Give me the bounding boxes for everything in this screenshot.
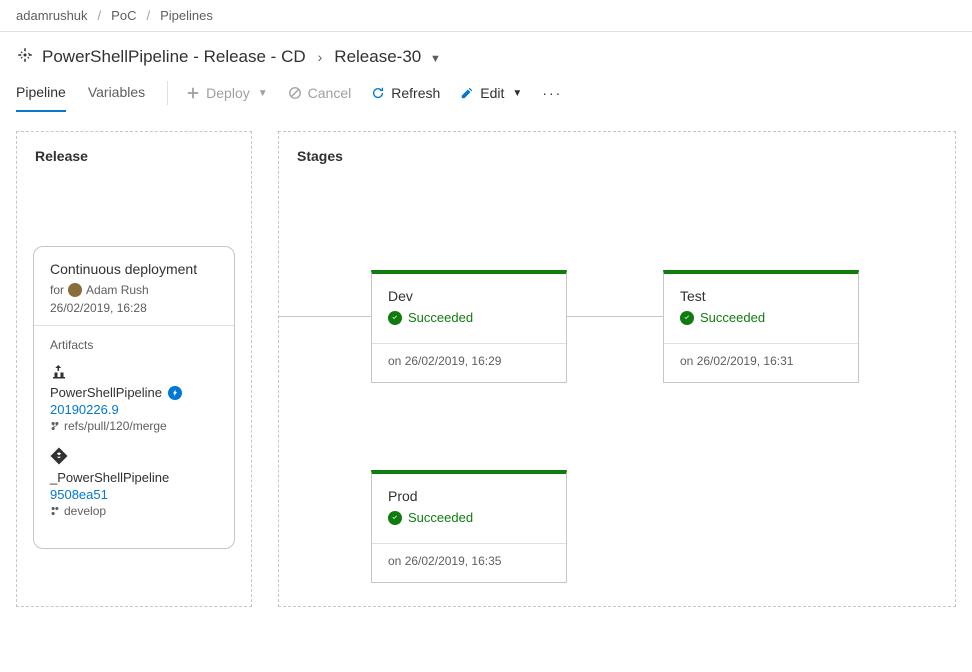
breadcrumb-org[interactable]: adamrushuk	[16, 8, 88, 23]
trigger-badge-icon	[168, 386, 182, 400]
stages-panel-title: Stages	[279, 132, 955, 176]
deploy-button[interactable]: Deploy ▼	[176, 79, 278, 107]
refresh-label: Refresh	[391, 85, 440, 101]
chevron-right-icon: ›	[318, 49, 323, 65]
tab-pipeline[interactable]: Pipeline	[16, 74, 66, 112]
breadcrumb: adamrushuk / PoC / Pipelines	[0, 0, 972, 31]
stage-name: Test	[680, 288, 842, 304]
breadcrumb-section[interactable]: Pipelines	[160, 8, 213, 23]
artifact-name: PowerShellPipeline	[50, 385, 162, 400]
edit-button[interactable]: Edit ▼	[450, 79, 532, 107]
artifact-branch: refs/pull/120/merge	[64, 419, 167, 433]
cancel-button[interactable]: Cancel	[278, 79, 362, 107]
release-panel: Release Continuous deployment for Adam R…	[16, 131, 252, 607]
chevron-down-icon: ▼	[512, 88, 522, 99]
stage-status-label: Succeeded	[408, 510, 473, 525]
refresh-button[interactable]: Refresh	[361, 79, 450, 107]
repo-artifact-icon	[50, 452, 68, 468]
connector	[279, 316, 371, 317]
artifacts-label: Artifacts	[50, 338, 218, 352]
on-prefix: on	[388, 554, 401, 568]
pencil-icon	[460, 86, 474, 100]
cancel-icon	[288, 86, 302, 100]
stage-status-label: Succeeded	[700, 310, 765, 325]
tab-bar: Pipeline Variables Deploy ▼ Cancel Refre…	[0, 71, 972, 115]
stage-card-prod[interactable]: Prod Succeeded on 26/02/2019, 16:35	[371, 470, 567, 583]
for-label: for	[50, 283, 64, 297]
stage-status-label: Succeeded	[408, 310, 473, 325]
release-date: 26/02/2019, 16:28	[50, 301, 218, 315]
breadcrumb-sep: /	[98, 8, 102, 23]
avatar	[68, 283, 82, 297]
release-user: Adam Rush	[86, 283, 149, 297]
artifact-item[interactable]: _PowerShellPipeline 9508ea51 develop	[50, 447, 218, 518]
stage-name: Dev	[388, 288, 550, 304]
artifact-name: _PowerShellPipeline	[50, 470, 169, 485]
branch-icon	[50, 506, 60, 516]
breadcrumb-project[interactable]: PoC	[111, 8, 136, 23]
stage-card-dev[interactable]: Dev Succeeded on 26/02/2019, 16:29	[371, 270, 567, 383]
cancel-label: Cancel	[308, 85, 352, 101]
stage-card-test[interactable]: Test Succeeded on 26/02/2019, 16:31	[663, 270, 859, 383]
stage-name: Prod	[388, 488, 550, 504]
divider	[167, 81, 168, 105]
stage-timestamp: 26/02/2019, 16:35	[405, 554, 502, 568]
release-card[interactable]: Continuous deployment for Adam Rush 26/0…	[33, 246, 235, 549]
release-panel-title: Release	[17, 132, 251, 176]
release-name-dropdown[interactable]: Release-30 ▼	[334, 47, 445, 67]
artifact-version-link[interactable]: 9508ea51	[50, 487, 218, 502]
tab-variables[interactable]: Variables	[88, 74, 145, 112]
pipeline-name: PowerShellPipeline - Release - CD	[42, 47, 306, 67]
edit-label: Edit	[480, 85, 504, 101]
stages-panel: Stages Dev Succeeded on 26/02/2019, 16:2	[278, 131, 956, 607]
artifact-version-link[interactable]: 20190226.9	[50, 402, 218, 417]
refresh-icon	[371, 86, 385, 100]
release-pipeline-icon	[16, 46, 34, 67]
build-artifact-icon	[50, 367, 68, 383]
release-name-label: Release-30	[334, 47, 421, 66]
stage-timestamp: 26/02/2019, 16:31	[697, 354, 794, 368]
artifact-branch: develop	[64, 504, 106, 518]
artifact-item[interactable]: PowerShellPipeline 20190226.9 refs/pull/…	[50, 362, 218, 433]
stage-timestamp: 26/02/2019, 16:29	[405, 354, 502, 368]
on-prefix: on	[680, 354, 693, 368]
success-icon	[388, 511, 402, 525]
deploy-label: Deploy	[206, 85, 250, 101]
more-actions-button[interactable]: ···	[532, 79, 572, 107]
plus-icon	[186, 86, 200, 100]
breadcrumb-sep: /	[146, 8, 150, 23]
branch-icon	[50, 421, 60, 431]
release-canvas: Release Continuous deployment for Adam R…	[0, 115, 972, 623]
release-trigger-title: Continuous deployment	[50, 261, 218, 277]
success-icon	[680, 311, 694, 325]
release-header: PowerShellPipeline - Release - CD › Rele…	[0, 31, 972, 71]
connector	[567, 316, 663, 317]
chevron-down-icon: ▼	[430, 53, 441, 65]
success-icon	[388, 311, 402, 325]
on-prefix: on	[388, 354, 401, 368]
chevron-down-icon: ▼	[258, 88, 268, 99]
